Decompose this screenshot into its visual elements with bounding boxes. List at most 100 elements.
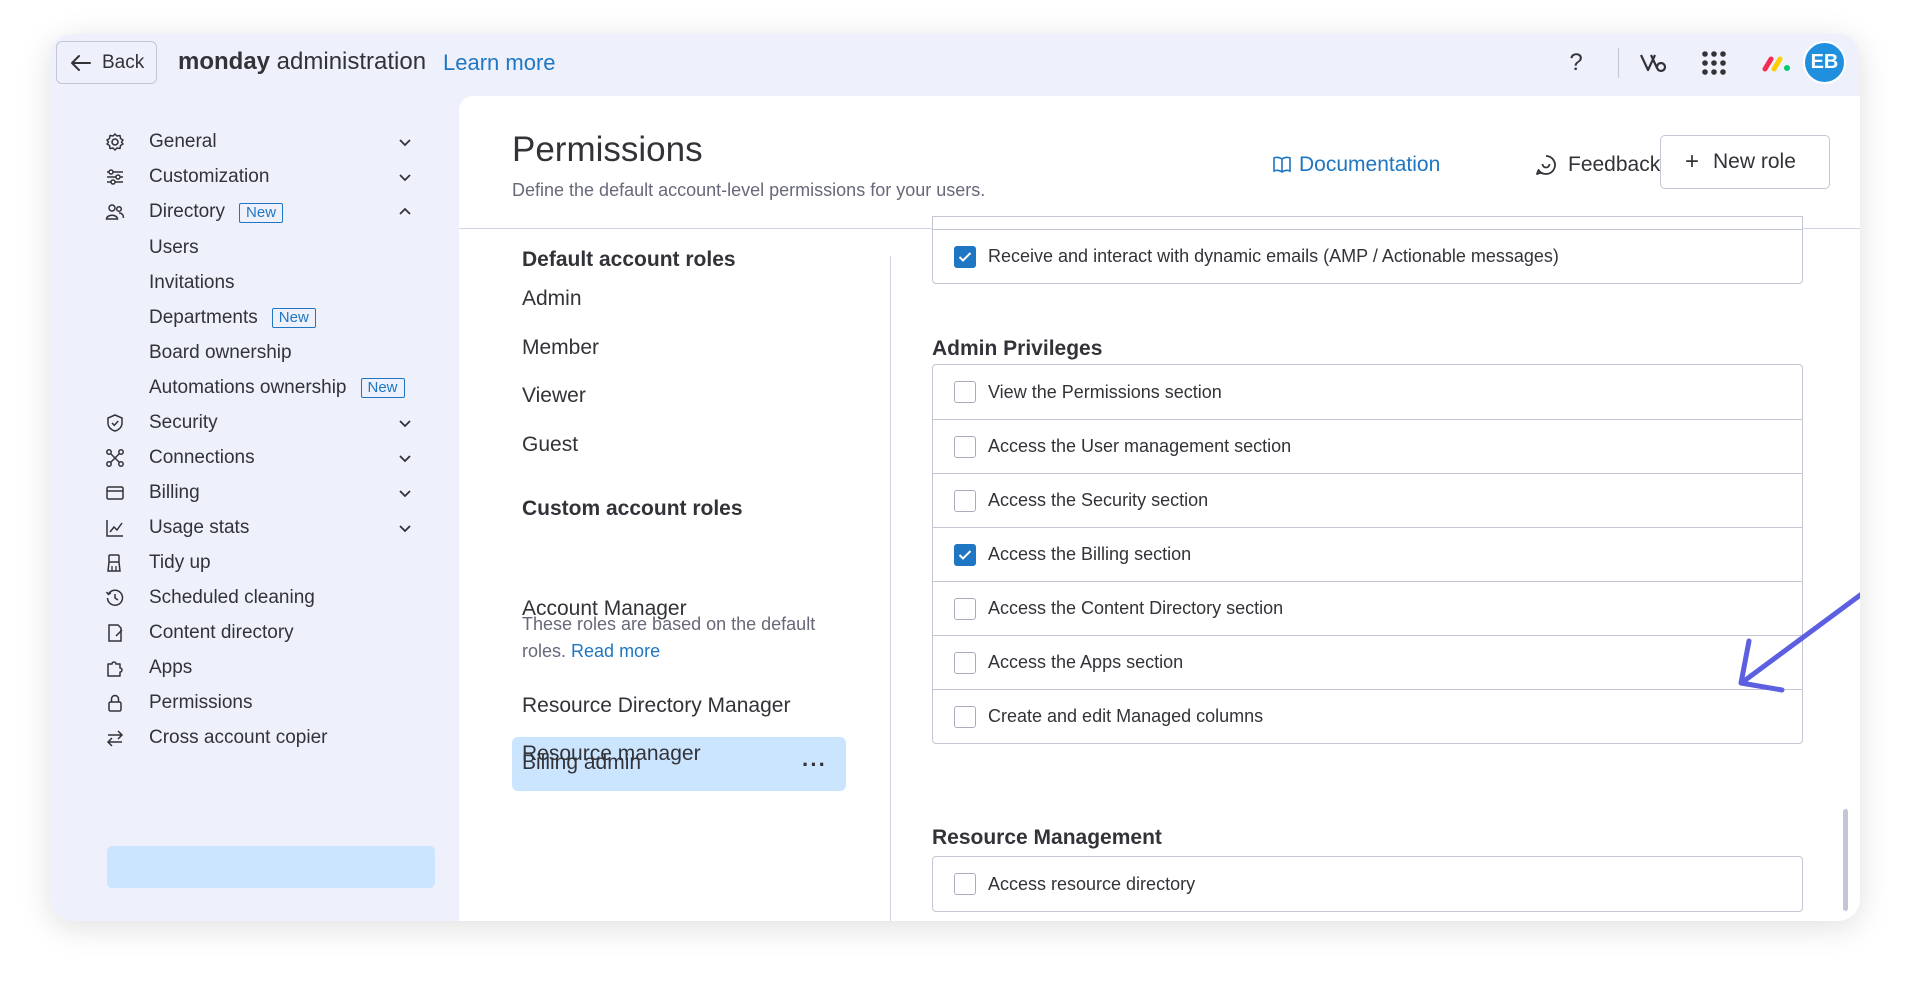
role-account-manager[interactable]: Account Manager — [522, 597, 687, 621]
user-avatar[interactable]: EB — [1803, 41, 1846, 84]
monday-logo-icon — [1762, 56, 1790, 72]
checkbox[interactable] — [954, 873, 976, 895]
sidebar-label-connections: Connections — [149, 447, 255, 468]
role-resource-directory-manager[interactable]: Resource Directory Manager — [522, 694, 790, 718]
role-guest[interactable]: Guest — [522, 433, 578, 457]
read-more-link[interactable]: Read more — [571, 641, 660, 661]
sidebar-subitem-invitations[interactable]: Invitations — [149, 265, 235, 301]
permission-label: Access the Content Directory section — [988, 598, 1284, 618]
sidebar-label-customization: Customization — [149, 166, 270, 187]
sidebar-item-apps[interactable]: Apps — [105, 648, 433, 688]
permission-label: Access resource directory — [988, 873, 1196, 894]
people-icon — [105, 204, 125, 220]
swap-icon — [106, 730, 124, 747]
sidebar-item-scheduled-cleaning[interactable]: Scheduled cleaning — [105, 578, 433, 618]
permission-label: Access the User management section — [988, 436, 1292, 456]
role-viewer[interactable]: Viewer — [522, 384, 586, 408]
permission-label: Access the Security section — [988, 490, 1209, 510]
sidebar-item-connections[interactable]: Connections — [105, 438, 433, 478]
checkbox[interactable] — [954, 381, 976, 403]
role-admin[interactable]: Admin — [522, 287, 582, 311]
arrow-left-icon — [71, 54, 91, 71]
checkbox[interactable] — [954, 705, 976, 728]
departments-text: Departments — [149, 307, 258, 328]
chevron-down-icon — [399, 420, 411, 428]
back-button[interactable]: Back — [56, 41, 157, 84]
help-glyph: ? — [1569, 49, 1583, 76]
connections-icon — [106, 449, 124, 467]
workflow-icon[interactable] — [1635, 45, 1671, 81]
sidebar-label-apps: Apps — [149, 657, 193, 678]
sidebar-label-general: General — [149, 131, 217, 152]
sidebar-subitem-automations-ownership[interactable]: Automations ownership New — [149, 370, 405, 406]
sidebar-item-customization[interactable]: Customization — [105, 157, 433, 197]
more-options-icon[interactable]: ··· — [802, 752, 827, 778]
feedback-button[interactable]: Feedback — [1534, 153, 1660, 177]
permission-row[interactable]: Access the Apps section — [933, 635, 1802, 689]
page-title: Permissions — [512, 130, 703, 169]
sidebar-item-permissions[interactable]: Permissions — [105, 683, 433, 723]
checkbox[interactable] — [954, 597, 976, 620]
new-badge: New — [360, 378, 405, 398]
help-icon[interactable]: ? — [1558, 45, 1594, 81]
checkbox[interactable] — [954, 651, 976, 674]
permission-row[interactable]: Access resource directory — [933, 857, 1802, 911]
permission-label: View the Permissions section — [988, 381, 1222, 402]
sidebar-active-highlight — [107, 846, 435, 888]
permission-row[interactable]: Receive and interact with dynamic emails… — [933, 229, 1802, 283]
sidebar-item-content-directory[interactable]: Content directory — [105, 613, 433, 653]
permission-row[interactable]: View the Permissions section — [933, 365, 1802, 419]
sidebar-item-general[interactable]: General — [105, 122, 433, 162]
permission-label: Receive and interact with dynamic emails… — [988, 246, 1559, 266]
role-resource-manager[interactable]: Resource manager — [522, 742, 701, 766]
sidebar-subitem-board-ownership[interactable]: Board ownership — [149, 335, 292, 371]
chevron-down-icon — [399, 174, 411, 182]
sidebar-subitem-users[interactable]: Users — [149, 230, 199, 266]
gear-icon — [106, 133, 124, 151]
sidebar-item-security[interactable]: Security — [105, 403, 433, 443]
book-icon — [1273, 156, 1291, 173]
permission-row[interactable]: Access the User management section — [933, 419, 1802, 473]
sidebar-label-tidy-up: Tidy up — [149, 552, 211, 573]
learn-more-link[interactable]: Learn more — [443, 50, 556, 76]
lock-icon — [108, 694, 122, 712]
card-icon — [106, 486, 124, 500]
sidebar: General Customization Directory New Users… — [63, 96, 458, 921]
sidebar-item-directory[interactable]: Directory New — [105, 192, 433, 232]
new-badge: New — [239, 203, 284, 223]
checkbox[interactable] — [954, 489, 976, 512]
permission-row[interactable]: Create and edit Managed columns — [933, 689, 1802, 743]
permission-row[interactable]: Access the Content Directory section — [933, 581, 1802, 635]
chevron-down-icon — [399, 490, 411, 498]
checkbox[interactable] — [954, 435, 976, 458]
checkbox-checked[interactable] — [954, 245, 976, 268]
documentation-link[interactable]: Documentation — [1272, 153, 1440, 177]
app-title: monday administration — [178, 48, 426, 76]
permission-label: Create and edit Managed columns — [988, 706, 1264, 726]
automations-ownership-text: Automations ownership — [149, 377, 347, 398]
sidebar-label-billing: Billing — [149, 482, 200, 503]
sidebar-item-tidy-up[interactable]: Tidy up — [105, 543, 433, 583]
chevron-down-icon — [399, 455, 411, 463]
permission-row[interactable]: Access the Security section — [933, 473, 1802, 527]
checkbox-checked[interactable] — [954, 543, 976, 566]
sidebar-label-cross-account-copier: Cross account copier — [149, 727, 328, 748]
sidebar-subitem-departments[interactable]: Departments New — [149, 300, 316, 336]
sidebar-item-usage-stats[interactable]: Usage stats — [105, 508, 433, 548]
main-panel: Permissions Define the default account-l… — [459, 96, 1860, 921]
content-icon — [108, 624, 123, 642]
scrollbar-thumb[interactable] — [1843, 809, 1848, 911]
permission-row[interactable]: Access the Billing section — [933, 527, 1802, 581]
sidebar-item-cross-account-copier[interactable]: Cross account copier — [105, 718, 433, 758]
new-badge: New — [271, 308, 316, 328]
sidebar-label-security: Security — [149, 412, 218, 433]
apps-grid-icon[interactable] — [1696, 45, 1732, 81]
new-role-button[interactable]: + New role — [1660, 135, 1830, 189]
app-window: Back monday administration Learn more ? … — [50, 34, 1860, 921]
sidebar-item-billing[interactable]: Billing — [105, 473, 433, 513]
documentation-label: Documentation — [1299, 153, 1441, 176]
puzzle-icon — [107, 661, 123, 677]
sidebar-label-directory: Directory New — [149, 201, 284, 223]
role-member[interactable]: Member — [522, 336, 599, 360]
messaging-permissions-list: Receive and interact with dynamic emails… — [932, 216, 1803, 284]
